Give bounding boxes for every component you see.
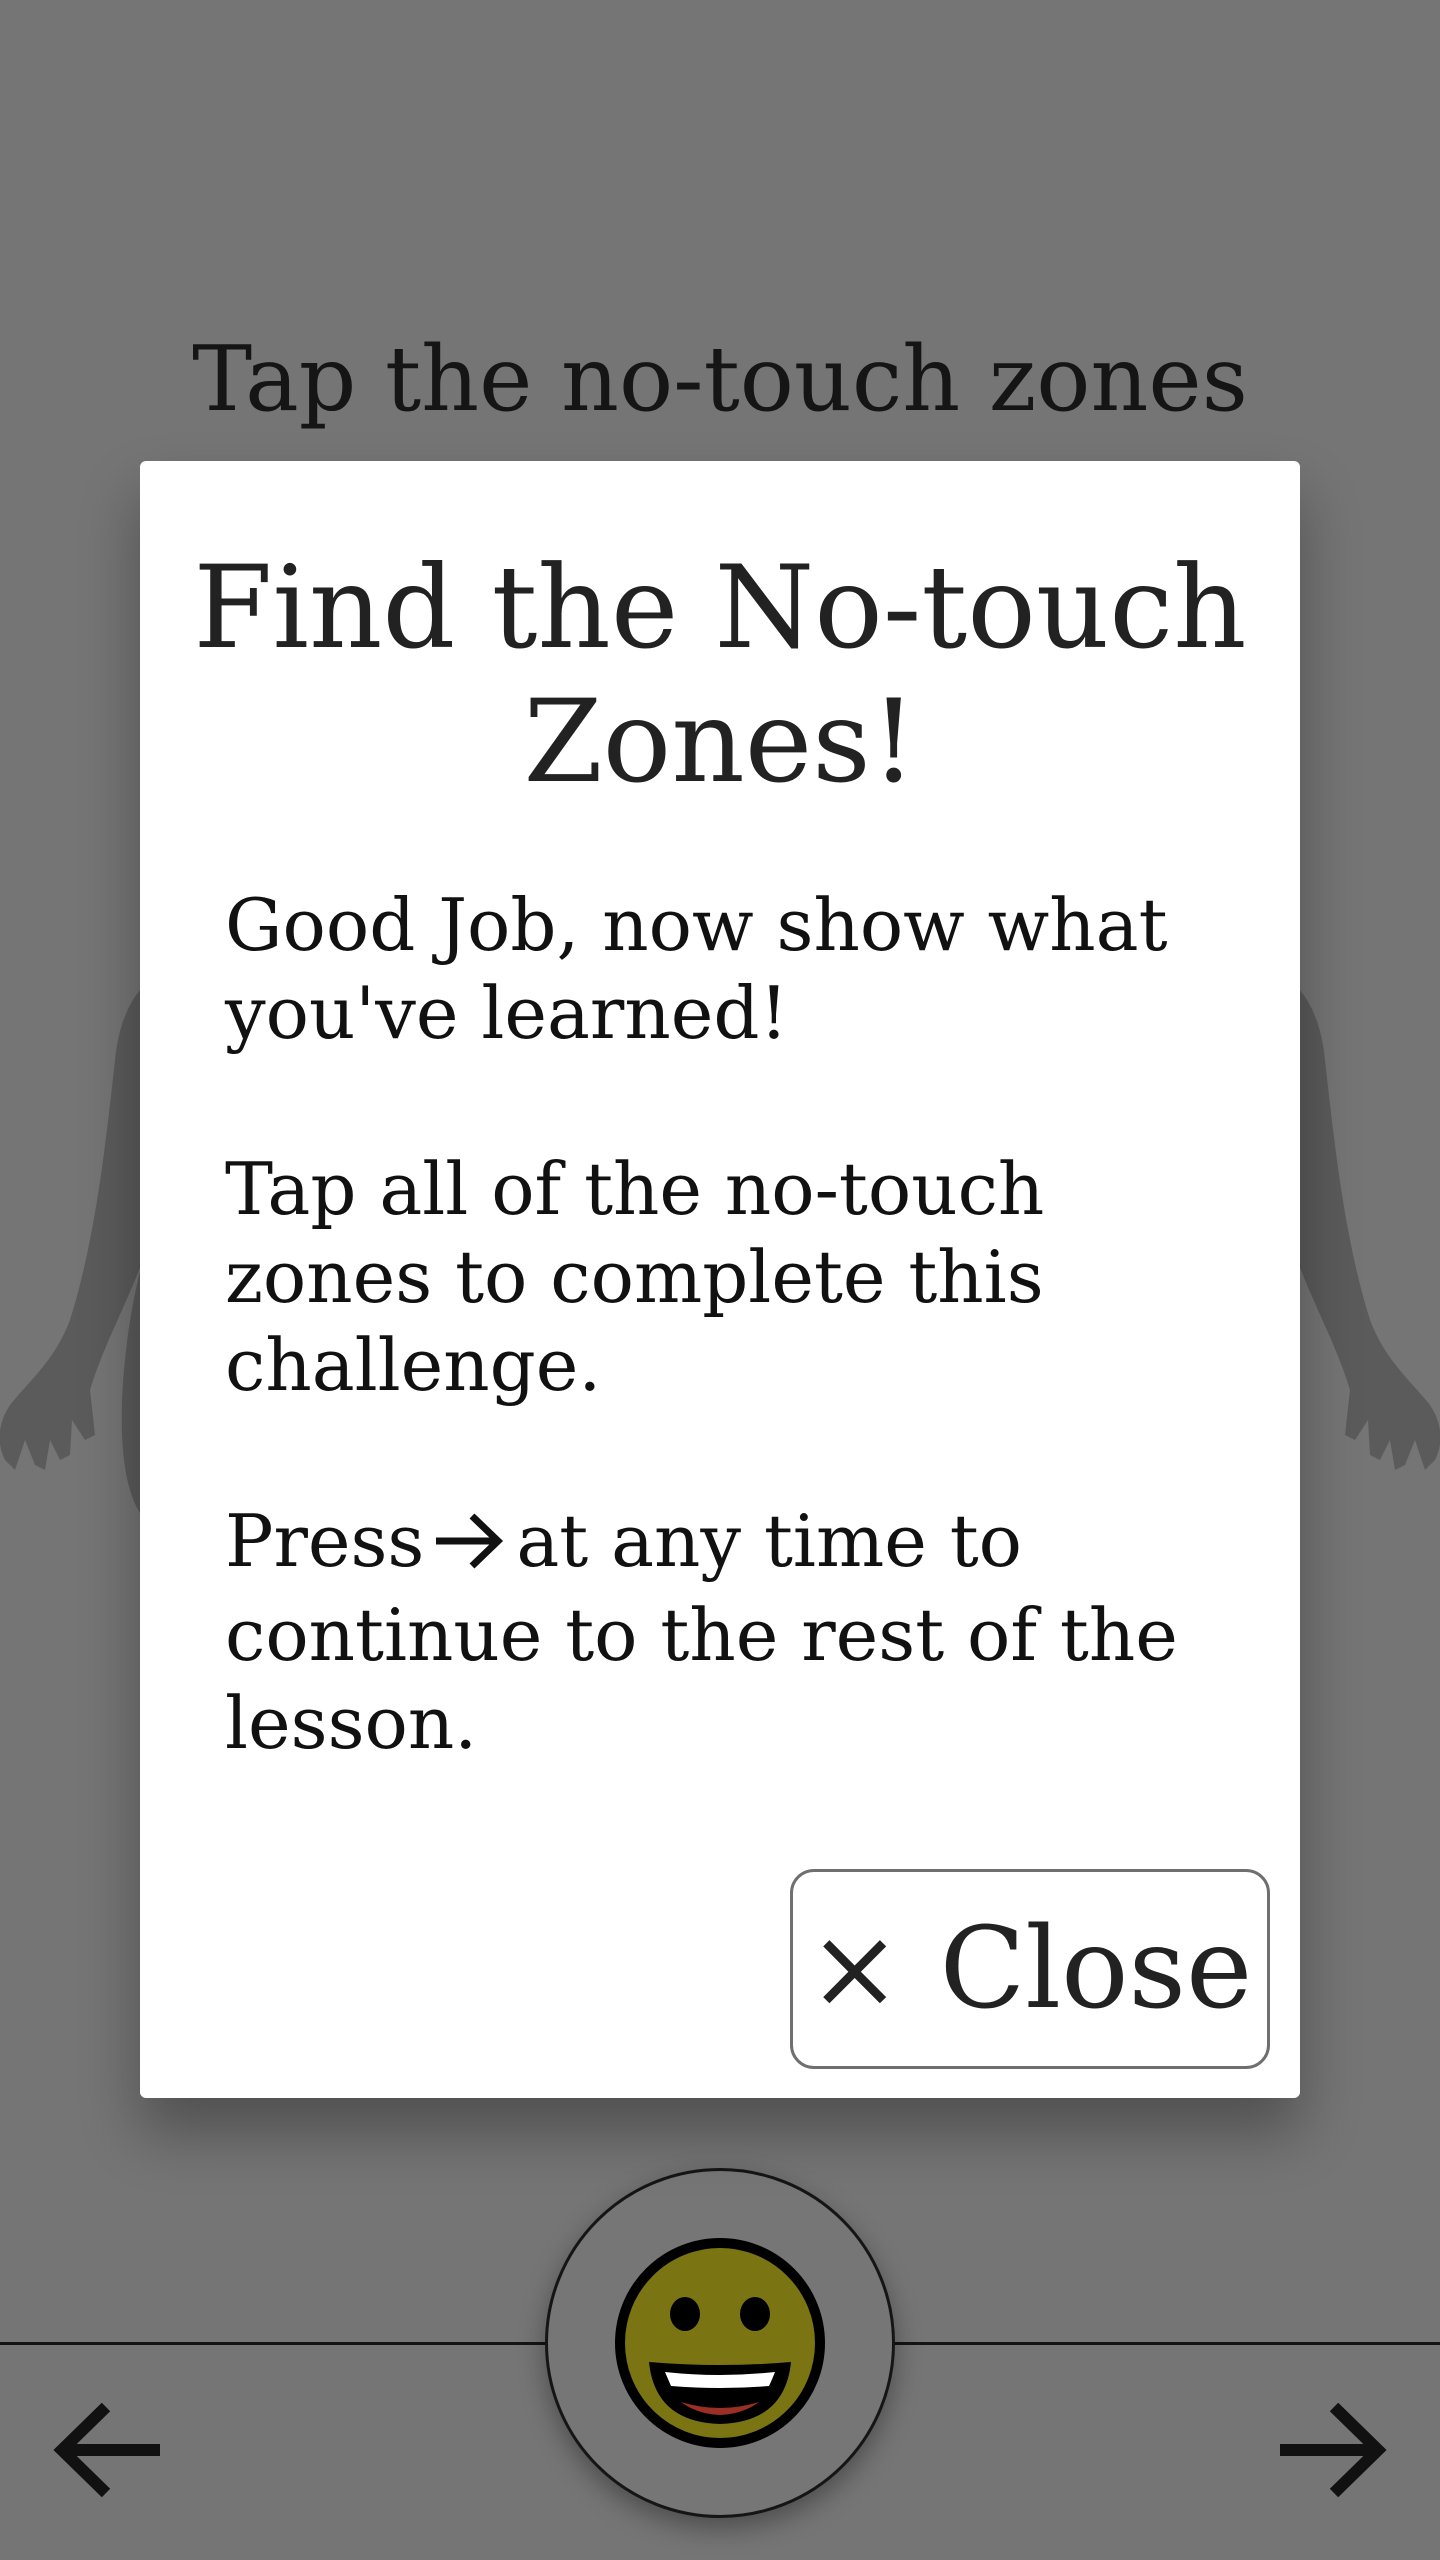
close-icon: × bbox=[807, 1904, 902, 2034]
press-text: Press bbox=[225, 1499, 425, 1583]
dialog-body: Good Job, now show what you've learned! … bbox=[225, 881, 1245, 1855]
next-button[interactable] bbox=[1260, 2380, 1400, 2520]
back-button[interactable] bbox=[40, 2380, 180, 2520]
close-label: Close bbox=[939, 1904, 1253, 2034]
instructions-dialog: Find the No-touch Zones! Good Job, now s… bbox=[140, 461, 1300, 2098]
right-arrow-icon bbox=[432, 1503, 506, 1591]
close-button[interactable]: × Close bbox=[790, 1869, 1270, 2069]
dialog-title: Find the No-touch Zones! bbox=[193, 541, 1247, 808]
left-arrow-icon bbox=[53, 2402, 160, 2498]
instruction-prompt: Tap the no-touch zones bbox=[192, 327, 1248, 432]
smiley-face-icon bbox=[615, 2238, 825, 2448]
dialog-paragraph-continue: Press at any time to continue to the rest… bbox=[225, 1497, 1245, 1767]
avatar-button[interactable] bbox=[545, 2168, 895, 2518]
dialog-paragraph-intro: Good Job, now show what you've learned! bbox=[225, 883, 1168, 1055]
right-arrow-icon bbox=[1280, 2402, 1387, 2498]
dialog-paragraph-instructions: Tap all of the no-touch zones to complet… bbox=[225, 1147, 1045, 1407]
